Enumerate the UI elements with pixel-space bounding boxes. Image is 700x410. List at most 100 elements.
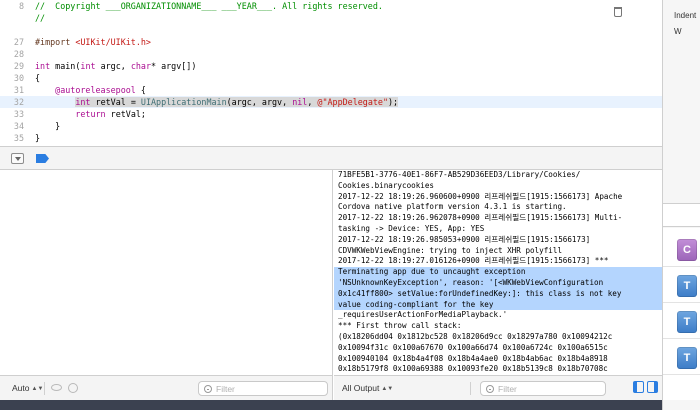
code-token: <UIKit/UIKit.h> <box>75 37 151 47</box>
code-token: } <box>35 133 41 143</box>
code-token: ); <box>388 97 399 107</box>
output-popup[interactable]: All Output ▲▼ <box>342 383 393 393</box>
code-line[interactable]: 27 #import <UIKit/UIKit.h> <box>0 36 662 48</box>
filter-placeholder: Filter <box>216 384 235 394</box>
code-token: * argv[]) <box>151 61 197 71</box>
code-text: } <box>35 132 40 144</box>
scope-popup[interactable]: Auto ▲▼ <box>12 383 43 393</box>
code-line[interactable]: 35} <box>0 132 662 144</box>
code-token: return <box>75 109 106 119</box>
line-number: 35 <box>13 133 24 143</box>
console-line: CDVWKWebViewEngine: trying to inject XHR… <box>338 245 563 255</box>
code-text: } <box>35 120 60 132</box>
console-line: Terminating app due to uncaught exceptio… <box>334 267 662 278</box>
library-item[interactable]: C <box>663 233 700 267</box>
console-line: value coding-compliant for the key <box>334 299 662 311</box>
code-token: nil <box>292 97 308 107</box>
code-text: #import <UIKit/UIKit.h> <box>35 36 151 48</box>
code-token: retVal = <box>90 97 141 107</box>
breakpoints-toggle-icon[interactable] <box>36 154 49 163</box>
file-template-library: CTTT <box>663 228 700 400</box>
indent-label: Indent <box>674 11 697 20</box>
print-description-icon[interactable] <box>68 383 78 393</box>
library-item[interactable]: T <box>663 305 700 339</box>
code-text: // <box>35 12 45 24</box>
variables-view[interactable] <box>0 170 333 410</box>
filter-icon <box>204 385 212 393</box>
line-number: 27 <box>13 37 24 47</box>
code-line[interactable]: 28 <box>0 48 662 60</box>
code-token: argc, <box>95 61 131 71</box>
code-token: // <box>35 13 46 23</box>
code-token: } <box>35 121 61 131</box>
show-variables-pane-icon[interactable] <box>633 381 644 393</box>
scope-popup-label: Auto <box>12 383 30 393</box>
console-line: 2017-12-22 18:19:27.016126+0900 리프레쉬필드[1… <box>338 256 609 266</box>
clear-console-trash-icon[interactable] <box>614 7 622 17</box>
filter-placeholder: Filter <box>498 384 517 394</box>
updown-arrows-icon: ▲▼ <box>381 386 394 392</box>
code-editor[interactable]: 8 // Copyright ___ORGANIZATIONNAME___ ___… <box>0 0 662 146</box>
code-token: UIApplicationMain <box>140 97 227 107</box>
console-line: 0x1c41ff800> setValue:forUndefinedKey:]:… <box>334 288 662 300</box>
library-item[interactable]: T <box>663 341 700 375</box>
code-text: int main(int argc, char* argv[]) <box>35 60 196 72</box>
code-token: { <box>135 85 146 95</box>
template-file-icon: T <box>677 311 697 333</box>
line-number: 32 <box>13 97 24 107</box>
code-text: return retVal; <box>35 108 146 120</box>
code-token: int <box>35 61 51 71</box>
console-filter-field[interactable]: Filter <box>480 381 606 396</box>
code-token: @autoreleasepool <box>35 85 136 95</box>
code-line[interactable]: 29 int main(int argc, char* argv[]) <box>0 60 662 72</box>
console-line: 'NSUnknownKeyException', reason: '[<WKWe… <box>334 278 662 289</box>
show-console-pane-icon[interactable] <box>647 381 658 393</box>
template-file-icon: T <box>677 347 697 369</box>
separator <box>44 382 45 395</box>
code-line[interactable] <box>0 24 662 36</box>
code-text: // Copyright ___ORGANIZATIONNAME___ ___Y… <box>35 0 383 12</box>
library-item[interactable]: T <box>663 269 700 303</box>
line-number: 33 <box>13 109 24 119</box>
code-line[interactable]: 30 { <box>0 72 662 84</box>
code-token: char <box>130 61 152 71</box>
line-number: 29 <box>13 61 24 71</box>
code-line[interactable]: 31 @autoreleasepool { <box>0 84 662 96</box>
code-token: main( <box>50 61 81 71</box>
console-line: 0x100940104 0x18b4a4f08 0x18b4a4ae0 0x18… <box>338 353 608 363</box>
filter-icon <box>486 385 494 393</box>
code-line[interactable]: 32 int retVal = UIApplicationMain(argc, … <box>0 96 662 108</box>
code-text: { <box>35 72 40 84</box>
console-line: Cordova native platform version 4.3.1 is… <box>338 202 567 212</box>
code-token: , <box>307 97 318 107</box>
console-line: 2017-12-22 18:19:26.960600+0900 리프레쉬필드[1… <box>338 191 623 201</box>
console-line: Cookies.binarycookies <box>338 180 435 190</box>
code-token: int <box>75 97 91 107</box>
code-line[interactable]: 33 return retVal; <box>0 108 662 120</box>
hide-debug-area-button[interactable] <box>11 153 24 164</box>
code-line[interactable]: 8 // Copyright ___ORGANIZATIONNAME___ ___… <box>0 0 662 12</box>
template-file-icon: T <box>677 275 697 297</box>
console-line: 0x18b5179f8 0x100a69388 0x10093fe20 0x18… <box>338 364 608 374</box>
console-line: _requiresUserActionForMediaPlayback.' <box>338 310 508 320</box>
line-number: 8 <box>18 1 24 11</box>
code-token: retVal; <box>105 109 146 119</box>
console-line: 0x10094f31c 0x100a67670 0x100a66d74 0x10… <box>338 342 608 352</box>
code-line[interactable]: // <box>0 12 662 24</box>
code-line[interactable]: 34 } <box>0 120 662 132</box>
console-line: 2017-12-22 18:19:26.985053+0900 리프레쉬필드[1… <box>338 234 591 244</box>
console-line: (0x18206dd04 0x1812bc528 0x18206d9cc 0x1… <box>338 332 613 341</box>
quick-look-icon[interactable] <box>51 384 62 391</box>
separator <box>470 382 471 395</box>
console-line: tasking -> Device: YES, App: YES <box>338 224 485 233</box>
wrap-label: W <box>674 27 682 36</box>
console-output[interactable]: 71BFE5B1-3776-40E1-86F7-AB529D36EED3/Lib… <box>334 170 662 410</box>
console-line: *** First throw call stack: <box>338 321 462 331</box>
code-token: #import <box>35 37 76 47</box>
line-number: 30 <box>13 73 24 83</box>
utilities-inspector: Indent W CTTT <box>662 0 700 410</box>
console-line: 2017-12-22 18:19:26.962078+0900 리프레쉬필드[1… <box>338 213 623 223</box>
variables-filter-field[interactable]: Filter <box>198 381 328 396</box>
